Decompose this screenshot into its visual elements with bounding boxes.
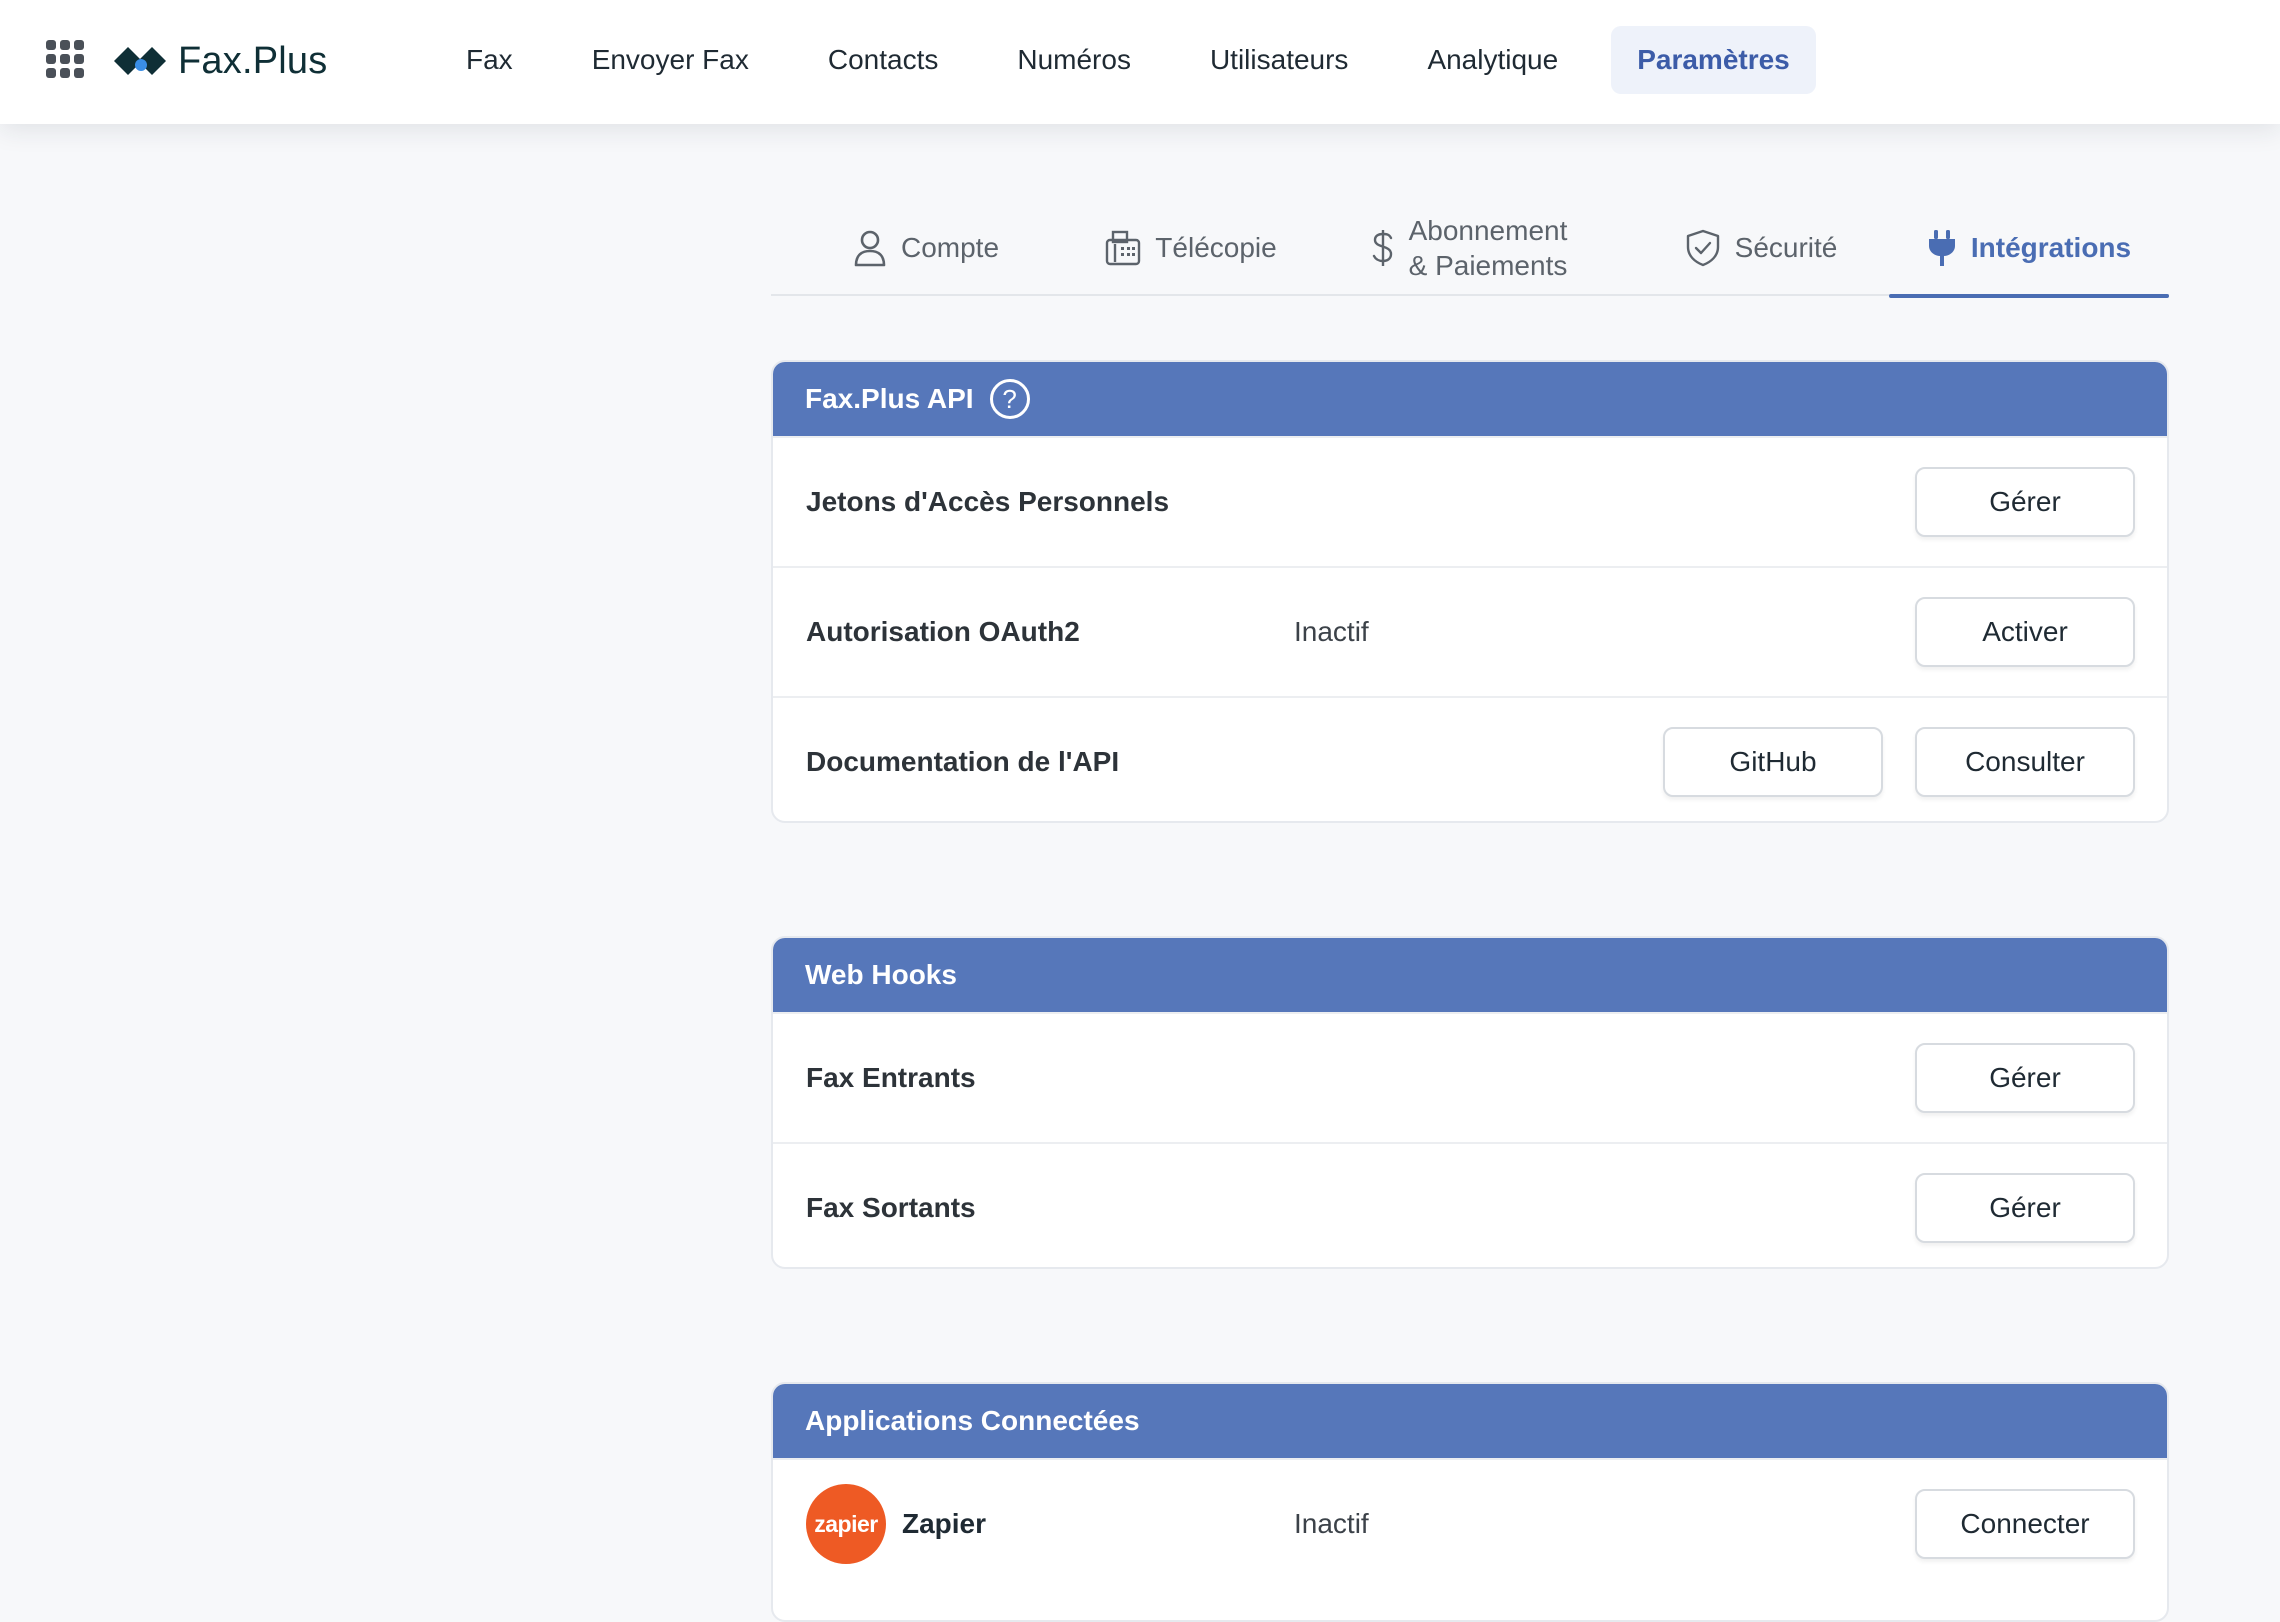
nav-item-envoyer-fax[interactable]: Envoyer Fax: [566, 26, 775, 94]
manage-outgoing-button[interactable]: Gérer: [1915, 1173, 2135, 1243]
plug-icon: [1928, 230, 1955, 266]
tab-telecopie-label: Télécopie: [1155, 232, 1277, 263]
shield-check-icon: [1686, 229, 1719, 267]
nav-item-utilisateurs[interactable]: Utilisateurs: [1184, 26, 1374, 94]
row-label: Jetons d'Accès Personnels: [806, 486, 1170, 517]
app-name: Zapier: [902, 1508, 987, 1539]
webhook-row-outgoing: Fax Sortants Gérer: [773, 1142, 2167, 1267]
tab-abonnement-label-line1: Abonnement: [1408, 215, 1568, 246]
webhooks-card-header: Web Hooks: [773, 938, 2167, 1012]
user-icon: [854, 230, 886, 267]
nav-item-fax[interactable]: Fax: [440, 26, 539, 94]
github-button[interactable]: GitHub: [1663, 727, 1883, 797]
faxplus-logo[interactable]: Fax.Plus: [112, 34, 327, 88]
status-text: Inactif: [1294, 1508, 1369, 1539]
api-card-header: Fax.Plus API ?: [773, 362, 2167, 436]
faxplus-logo-mark-icon: [114, 47, 166, 75]
activate-oauth2-button[interactable]: Activer: [1915, 597, 2135, 667]
webhooks-card-title: Web Hooks: [805, 959, 957, 990]
webhook-row-incoming: Fax Entrants Gérer: [773, 1012, 2167, 1142]
main-nav: Fax Envoyer Fax Contacts Numéros Utilisa…: [440, 26, 1843, 94]
row-label: Autorisation OAuth2: [806, 616, 1080, 647]
status-text: Inactif: [1294, 616, 1369, 647]
api-card: Fax.Plus API ? Jetons d'Accès Personnels…: [771, 360, 2169, 823]
tab-compte-label: Compte: [900, 232, 1000, 263]
top-navigation-bar: Fax.Plus Fax Envoyer Fax Contacts Numéro…: [0, 0, 2280, 124]
brand-name: Fax.Plus: [178, 39, 328, 82]
settings-tabs: Compte Télécopie Abonnement & Paiements …: [771, 200, 2169, 298]
nav-item-contacts[interactable]: Contacts: [802, 26, 965, 94]
dollar-icon: [1372, 230, 1392, 266]
consult-docs-button[interactable]: Consulter: [1915, 727, 2135, 797]
api-row-oauth2: Autorisation OAuth2 Inactif Activer: [773, 566, 2167, 696]
connected-apps-card: Applications Connectées zapier Zapier In…: [771, 1382, 2169, 1622]
connect-zapier-button[interactable]: Connecter: [1915, 1489, 2135, 1559]
row-label: Fax Sortants: [806, 1192, 976, 1223]
tab-abonnement-label-line2: & Paiements: [1408, 250, 1568, 281]
row-label: Fax Entrants: [806, 1062, 976, 1093]
help-icon[interactable]: ?: [989, 379, 1030, 419]
nav-item-numeros[interactable]: Numéros: [991, 26, 1157, 94]
tab-compte[interactable]: Compte: [811, 200, 1041, 296]
tab-integrations-label: Intégrations: [1970, 232, 2132, 263]
manage-tokens-button[interactable]: Gérer: [1915, 467, 2135, 537]
api-card-title: Fax.Plus API: [805, 383, 974, 414]
apps-grid-icon[interactable]: [46, 40, 84, 78]
nav-item-parametres[interactable]: Paramètres: [1611, 26, 1816, 94]
api-row-documentation: Documentation de l'API GitHub Consulter: [773, 696, 2167, 821]
tab-securite-label: Sécurité: [1734, 232, 1838, 263]
tab-abonnement-label: Abonnement & Paiements: [1409, 213, 1568, 283]
zapier-logo-icon: zapier: [806, 1484, 886, 1564]
manage-incoming-button[interactable]: Gérer: [1915, 1043, 2135, 1113]
app-row-zapier: zapier Zapier Inactif Connecter: [773, 1458, 2167, 1588]
tab-integrations[interactable]: Intégrations: [1889, 200, 2169, 298]
apps-card-title: Applications Connectées: [805, 1405, 1140, 1436]
fax-machine-icon: [1106, 230, 1141, 266]
apps-card-header: Applications Connectées: [773, 1384, 2167, 1458]
api-row-personal-tokens: Jetons d'Accès Personnels Gérer: [773, 436, 2167, 566]
tab-securite[interactable]: Sécurité: [1661, 200, 1861, 296]
row-label: Documentation de l'API: [806, 746, 1120, 777]
tab-telecopie[interactable]: Télécopie: [1071, 200, 1311, 296]
tab-abonnement-paiements[interactable]: Abonnement & Paiements: [1349, 200, 1589, 296]
nav-item-analytique[interactable]: Analytique: [1401, 26, 1584, 94]
webhooks-card: Web Hooks Fax Entrants Gérer Fax Sortant…: [771, 936, 2169, 1269]
